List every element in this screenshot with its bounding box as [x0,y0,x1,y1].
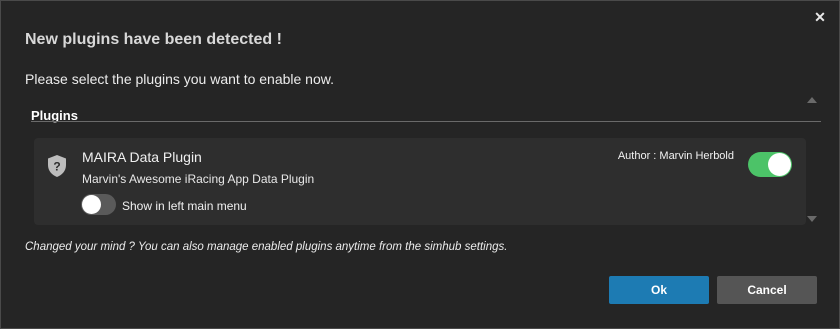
toggle-knob [82,195,101,214]
ok-button[interactable]: Ok [609,276,709,304]
dialog-subtitle: Please select the plugins you want to en… [25,71,334,87]
hint-text: Changed your mind ? You can also manage … [25,241,508,253]
scroll-down-arrow-icon[interactable] [807,216,817,222]
plugins-detected-dialog: ✕ New plugins have been detected ! Pleas… [0,0,840,329]
dialog-title: New plugins have been detected ! [25,31,282,48]
plugin-name: MAIRA Data Plugin [82,149,202,165]
cancel-button[interactable]: Cancel [717,276,817,304]
scroll-up-arrow-icon[interactable] [807,97,817,103]
plugin-author: Author : Marvin Herbold [617,150,734,162]
enable-plugin-toggle[interactable] [748,152,792,177]
section-divider [31,121,821,122]
close-icon[interactable]: ✕ [811,8,829,26]
shield-question-icon: ? [48,155,66,177]
plugin-description: Marvin's Awesome iRacing App Data Plugin [82,172,315,186]
show-in-menu-label: Show in left main menu [122,199,247,213]
toggle-knob [768,153,791,176]
plugin-card: ? MAIRA Data Plugin Marvin's Awesome iRa… [34,138,806,225]
show-in-menu-toggle[interactable] [81,194,116,215]
svg-text:?: ? [53,160,60,174]
